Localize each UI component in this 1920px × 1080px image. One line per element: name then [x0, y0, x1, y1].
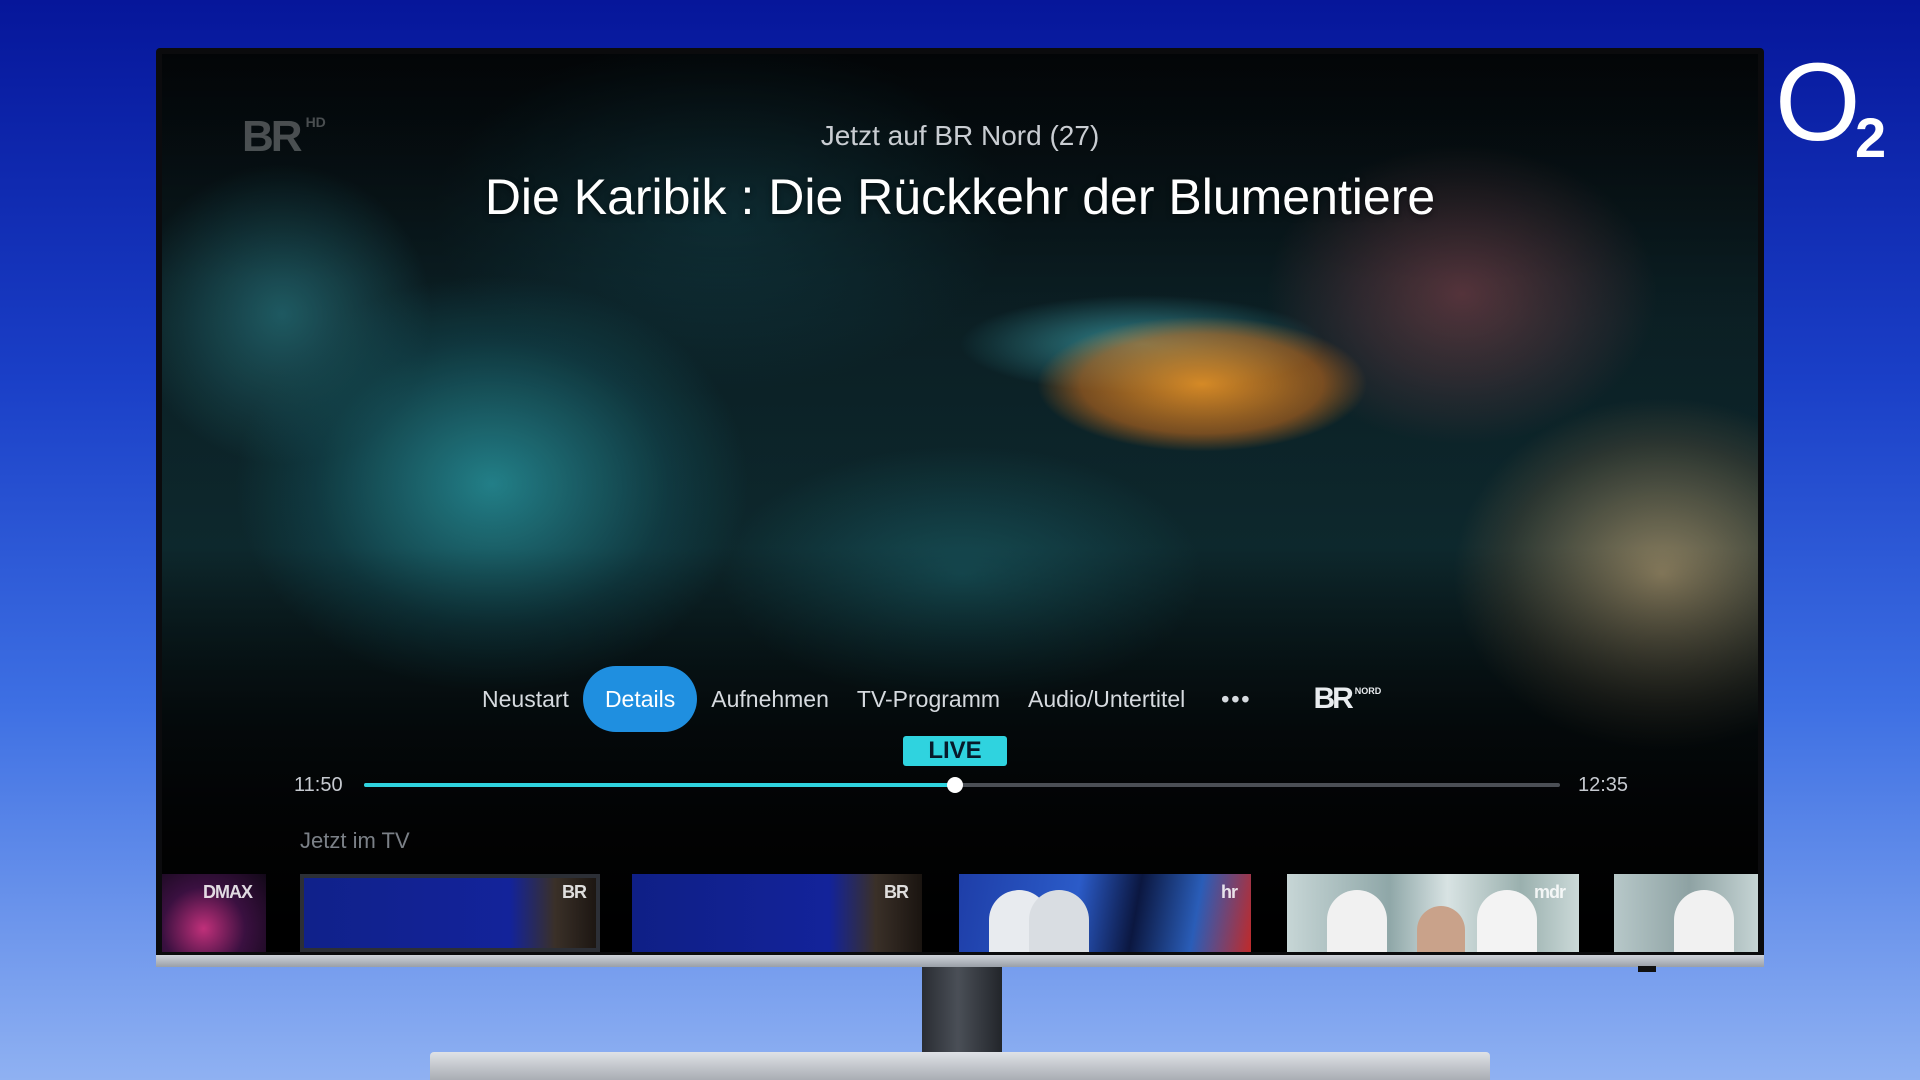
channel-thumbnail-mdr[interactable]: mdr [1287, 874, 1579, 952]
menu-details[interactable]: Details [582, 666, 698, 732]
menu-neustart[interactable]: Neustart [468, 666, 583, 732]
progress-bar[interactable] [364, 777, 1560, 793]
progress-knob[interactable] [946, 777, 963, 793]
more-icon[interactable]: ••• [1199, 666, 1273, 732]
channel-logo-text: BR [1313, 682, 1353, 715]
channel-logo-suffix: NORD [1354, 686, 1382, 696]
thumbnail-person [1417, 906, 1465, 952]
channel-thumbnail-next[interactable] [1614, 874, 1758, 952]
thumbnail-logo: hr [1221, 882, 1238, 902]
player-menu: Neustart Details Aufnehmen TV-Programm A… [468, 666, 1381, 732]
tv-bottom-strip [156, 955, 1764, 967]
thumbnail-person [1477, 890, 1537, 952]
o2-logo-letter: O [1775, 41, 1861, 164]
thumbnail-person [1029, 890, 1089, 952]
channel-thumbnail-br-1[interactable]: BR [300, 874, 600, 952]
progress-fill [364, 783, 955, 787]
channel-thumbnail-dmax[interactable]: DMAX [162, 874, 266, 952]
row-heading-jetzt-im-tv: Jetzt im TV [300, 828, 410, 853]
now-on-label: Jetzt auf BR Nord (27) [820, 120, 1100, 151]
thumbnail-logo: BR [884, 882, 909, 902]
show-title: Die Karibik : Die Rückkehr der Blumentie… [484, 169, 1436, 225]
live-badge[interactable]: LIVE [903, 736, 1007, 766]
menu-audio-untertitel[interactable]: Audio/Untertitel [1014, 666, 1199, 732]
channel-thumbnail-br-2[interactable]: BR [632, 874, 922, 952]
thumbnail-logo: BR [562, 882, 587, 902]
start-time: 11:50 [294, 774, 343, 796]
thumbnail-logo: DMAX [203, 882, 253, 902]
menu-tv-programm[interactable]: TV-Programm [843, 666, 1014, 732]
menu-aufnehmen[interactable]: Aufnehmen [697, 666, 843, 732]
channel-thumbnail-hr[interactable]: hr [959, 874, 1251, 952]
thumbnail-person [1327, 890, 1387, 952]
o2-logo: O 2 [1775, 41, 1887, 169]
tv-stand-neck [922, 967, 1002, 1055]
tv-screen: BR HD Jetzt auf BR Nord (27) Die Karibik … [162, 54, 1758, 952]
tv-stand-base [430, 1052, 1490, 1080]
tv-sensor [1638, 966, 1656, 972]
thumbnail-logo: mdr [1533, 882, 1566, 902]
end-time: 12:35 [1578, 774, 1629, 796]
thumbnail-person [1674, 890, 1734, 952]
o2-logo-digit: 2 [1855, 106, 1887, 169]
channel-logo: BR NORD [1273, 682, 1381, 716]
